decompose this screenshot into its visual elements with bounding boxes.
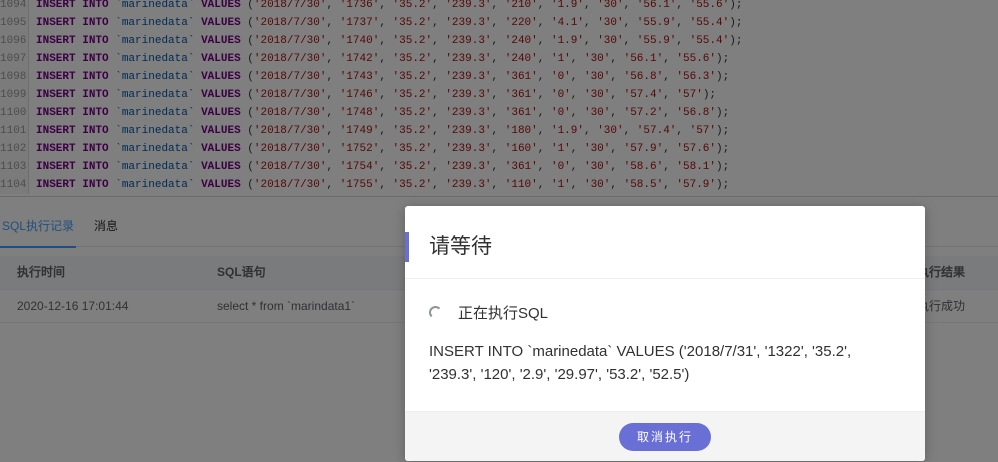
cancel-execution-button[interactable]: 取消执行 xyxy=(619,423,711,451)
dialog-accent-bar xyxy=(405,232,409,262)
dialog-footer: 取消执行 xyxy=(405,411,925,461)
dialog-title: 请等待 xyxy=(429,235,492,258)
loading-spinner-icon xyxy=(429,306,442,319)
wait-dialog: 请等待 正在执行SQL INSERT INTO `marinedata` VAL… xyxy=(405,206,925,461)
status-text: 正在执行SQL xyxy=(458,305,549,322)
executing-sql-text: INSERT INTO `marinedata` VALUES ('2018/7… xyxy=(429,343,852,383)
dialog-header: 请等待 xyxy=(405,206,925,279)
